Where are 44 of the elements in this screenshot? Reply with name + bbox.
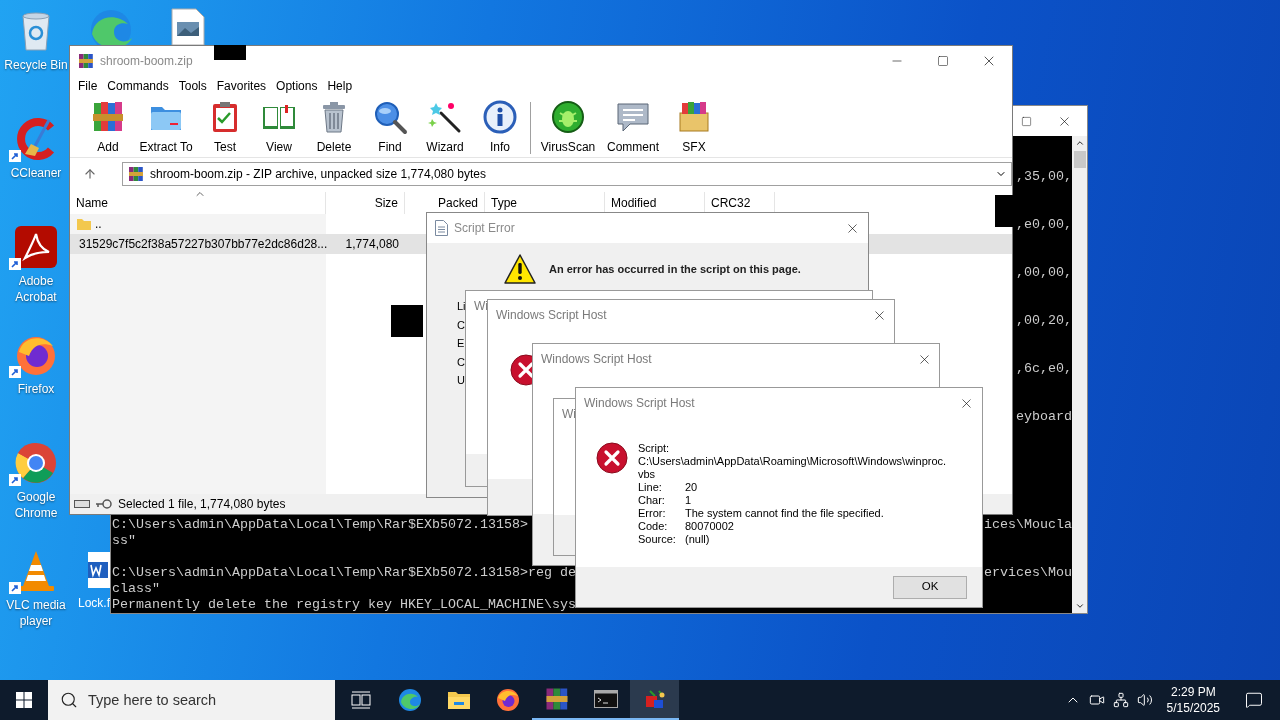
clock-time: 2:29 PM [1170, 684, 1216, 700]
window-title: Windows Script Host [584, 395, 695, 412]
window-title: Script Error [454, 220, 515, 237]
clock-date: 5/15/2025 [1166, 700, 1220, 716]
field-value: 20 [685, 481, 698, 494]
window-title: shroom-boom.zip [100, 53, 193, 70]
window-title: Wi [474, 298, 488, 315]
field-label: Code: [638, 520, 669, 533]
console-text: ss" [112, 533, 136, 549]
field-label: Source: [638, 533, 677, 546]
script-path: C:\Users\admin\AppData\Roaming\Microsoft\Windows\winproc.vbs [638, 455, 948, 481]
field-value: (null) [685, 533, 710, 546]
status-text: Selected 1 file, 1,774,080 bytes [118, 496, 286, 513]
file-name: 31529c7f5c2f38a57227b307bb77e2dc86d28... [79, 236, 328, 253]
field-value: 80070002 [685, 520, 734, 533]
field-label: Line: [638, 481, 663, 494]
console-text: Permanently delete the registry key HKEY_LOCAL_MACHINE\sys [112, 597, 576, 613]
field-label: Script: [638, 442, 671, 455]
console-text: ,35,00, [1016, 169, 1072, 184]
console-text: ervices\Mou [984, 565, 1072, 581]
error-message: An error has occurred in the script on this page. [549, 261, 801, 277]
console-text: class" [112, 581, 160, 597]
file-name: .. [95, 216, 102, 233]
field-label: Char: [638, 494, 666, 507]
field-label: Error: [638, 507, 667, 520]
console-text: ,e0,00, [1016, 217, 1072, 232]
field-value: The system cannot find the file specified. [685, 507, 884, 520]
field-label: U [457, 373, 465, 388]
console-text: ,6c,e0, [1016, 361, 1072, 376]
field-label: E [457, 336, 465, 351]
field-label: Li [457, 299, 466, 314]
console-text: ,00,20, [1016, 313, 1072, 328]
console-text: C:\Users\admin\AppData\Local\Temp\Rar$EXb5072.13158>reg de [112, 565, 576, 581]
window-title: Windows Script Host [541, 351, 652, 368]
file-size: 1,774,080 [345, 237, 399, 251]
field-label: C [457, 354, 465, 370]
window-title: Wi [562, 406, 576, 423]
field-value: 1 [685, 494, 692, 507]
console-text: ,00,00, [1016, 265, 1072, 280]
console-text: eyboard [1016, 409, 1072, 424]
console-text: ices\Moucla [984, 517, 1072, 533]
field-label: C [457, 317, 465, 333]
window-title: Windows Script Host [496, 307, 607, 324]
console-text: C:\Users\admin\AppData\Local\Temp\Rar$EXb5072.13158> [112, 517, 528, 533]
